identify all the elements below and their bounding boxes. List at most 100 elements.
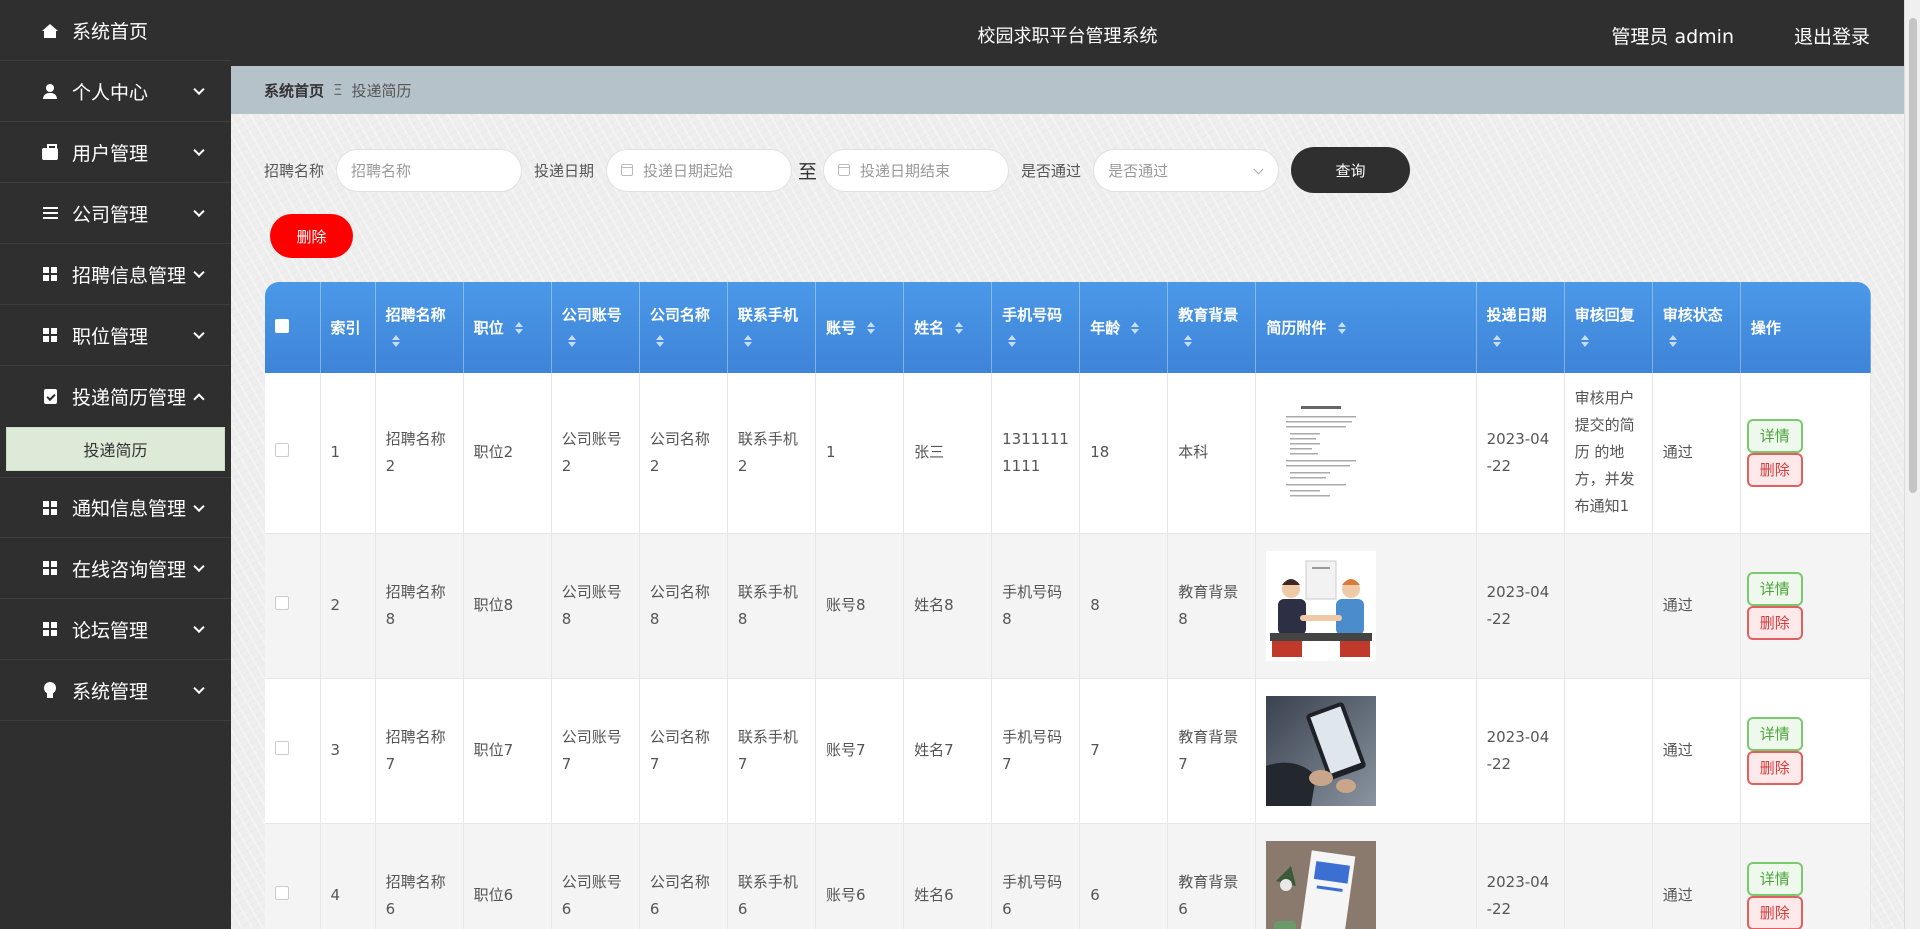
date-end-input[interactable]: 投递日期结束 [823, 148, 1010, 192]
column-header[interactable]: 简历附件 [1255, 282, 1477, 373]
grid-icon [42, 327, 58, 343]
select-all-checkbox[interactable] [265, 282, 321, 373]
sort-icon[interactable] [1668, 335, 1677, 347]
sort-icon[interactable] [567, 335, 576, 347]
sidebar-item-label: 在线咨询管理 [72, 558, 187, 581]
sort-icon[interactable] [1337, 322, 1346, 334]
cell-actions: 详情删除 [1740, 823, 1871, 929]
table-row: 1 招聘名称2 职位2 公司账号2 公司名称2 联系手机2 1 张三 13111… [265, 373, 1871, 534]
sort-icon[interactable] [1492, 335, 1501, 347]
sidebar-item-system[interactable]: 系统管理 [0, 660, 231, 721]
cell-name: 张三 [903, 373, 993, 534]
cell-phone: 手机号码8 [991, 533, 1081, 679]
cell-index: 2 [320, 533, 376, 679]
chevron-down-icon [193, 500, 205, 512]
scrollbar-thumb[interactable] [1909, 18, 1917, 493]
main-content: 招聘名称 招聘名称 投递日期 投递日期起始 至 投递日期结束 是否通过 是否通过… [231, 114, 1904, 929]
row-checkbox[interactable] [265, 678, 321, 824]
cell-phone: 手机号码6 [991, 823, 1081, 929]
column-header[interactable]: 公司账号 [551, 282, 640, 373]
date-label: 投递日期 [534, 161, 595, 180]
batch-delete-button[interactable]: 删除 [270, 214, 353, 258]
column-header[interactable]: 联系手机 [727, 282, 816, 373]
job-name-input[interactable]: 招聘名称 [336, 148, 523, 192]
document-thumbnail[interactable] [1266, 397, 1376, 508]
sidebar-item-home[interactable]: 系统首页 [0, 0, 231, 61]
detail-button[interactable]: 详情 [1746, 418, 1803, 453]
breadcrumb-home[interactable]: 系统首页 [264, 80, 324, 101]
logout-button[interactable]: 退出登录 [1794, 22, 1870, 49]
sort-icon[interactable] [867, 322, 876, 334]
delete-button[interactable]: 删除 [1746, 605, 1803, 640]
grid-icon [42, 560, 58, 576]
page-scrollbar[interactable] [1904, 0, 1920, 929]
detail-button[interactable]: 详情 [1746, 861, 1803, 896]
cell-reply: 审核用户提交的简历 的地方，并发布通知1 [1564, 373, 1653, 534]
cell-account: 1 [815, 373, 905, 534]
detail-button[interactable]: 详情 [1746, 571, 1803, 606]
sidebar-item-consult[interactable]: 在线咨询管理 [0, 538, 231, 599]
column-header[interactable]: 手机号码 [991, 282, 1081, 373]
search-form: 招聘名称 招聘名称 投递日期 投递日期起始 至 投递日期结束 是否通过 是否通过… [264, 147, 1411, 193]
column-header[interactable]: 审核状态 [1652, 282, 1741, 373]
sidebar-item-companies[interactable]: 公司管理 [0, 183, 231, 244]
sidebar-item-forum[interactable]: 论坛管理 [0, 599, 231, 660]
sort-icon[interactable] [391, 335, 400, 347]
cell-job-name: 招聘名称2 [375, 373, 464, 534]
cell-position: 职位6 [463, 823, 552, 929]
cell-company-account: 公司账号6 [551, 823, 640, 929]
sort-icon[interactable] [955, 322, 964, 334]
column-header[interactable]: 公司名称 [639, 282, 728, 373]
sidebar-item-users[interactable]: 用户管理 [0, 122, 231, 183]
column-header[interactable]: 招聘名称 [375, 282, 464, 373]
delete-button[interactable]: 删除 [1746, 750, 1803, 785]
calendar-icon [621, 164, 634, 176]
brochure-thumbnail[interactable] [1266, 840, 1377, 929]
sidebar-item-notices[interactable]: 通知信息管理 [0, 477, 231, 538]
sort-icon[interactable] [1580, 335, 1589, 347]
delete-button[interactable]: 删除 [1746, 452, 1803, 487]
handshake-thumbnail[interactable] [1266, 550, 1377, 661]
cell-phone: 手机号码7 [991, 678, 1081, 824]
date-start-input[interactable]: 投递日期起始 [606, 148, 793, 192]
sort-icon[interactable] [655, 335, 664, 347]
cell-reply [1564, 533, 1653, 679]
column-header[interactable]: 年龄 [1079, 282, 1169, 373]
sort-icon[interactable] [1131, 322, 1140, 334]
sidebar-item-profile[interactable]: 个人中心 [0, 61, 231, 122]
grid-icon [42, 500, 58, 516]
grid-icon [42, 266, 58, 282]
column-header[interactable]: 职位 [463, 282, 552, 373]
column-header[interactable]: 姓名 [903, 282, 993, 373]
cell-status: 通过 [1652, 823, 1741, 929]
sort-icon[interactable] [1184, 335, 1193, 347]
sidebar-item-resumes[interactable]: 投递简历管理 [0, 366, 231, 427]
delete-button[interactable]: 删除 [1746, 895, 1803, 929]
sidebar-item-positions[interactable]: 职位管理 [0, 305, 231, 366]
column-header[interactable]: 教育背景 [1167, 282, 1257, 373]
pass-select[interactable]: 是否通过 [1093, 148, 1280, 192]
pass-placeholder: 是否通过 [1108, 161, 1169, 180]
tablet-thumbnail[interactable] [1266, 695, 1377, 806]
sort-icon[interactable] [1008, 335, 1017, 347]
cell-contact-phone: 联系手机7 [727, 678, 816, 824]
sidebar: 系统首页 个人中心 用户管理 公司管理 招聘信息管理 职位管理 投递简历管理 投… [0, 0, 231, 929]
sidebar-item-recruitment[interactable]: 招聘信息管理 [0, 244, 231, 305]
cell-company-name: 公司名称6 [639, 823, 728, 929]
column-header[interactable]: 审核回复 [1564, 282, 1653, 373]
detail-button[interactable]: 详情 [1746, 716, 1803, 751]
sidebar-subitem-resume[interactable]: 投递简历 [6, 427, 225, 471]
row-checkbox[interactable] [265, 533, 321, 679]
sort-icon[interactable] [514, 322, 523, 334]
row-checkbox[interactable] [265, 823, 321, 929]
sidebar-item-label: 系统管理 [72, 680, 149, 703]
column-header[interactable]: 账号 [815, 282, 905, 373]
cell-company-account: 公司账号8 [551, 533, 640, 679]
sort-icon[interactable] [743, 335, 752, 347]
column-header[interactable]: 投递日期 [1476, 282, 1565, 373]
row-checkbox[interactable] [265, 373, 321, 534]
cell-contact-phone: 联系手机6 [727, 823, 816, 929]
query-button[interactable]: 查询 [1291, 147, 1411, 193]
sidebar-item-label: 公司管理 [72, 203, 149, 226]
cell-company-name: 公司名称7 [639, 678, 728, 824]
